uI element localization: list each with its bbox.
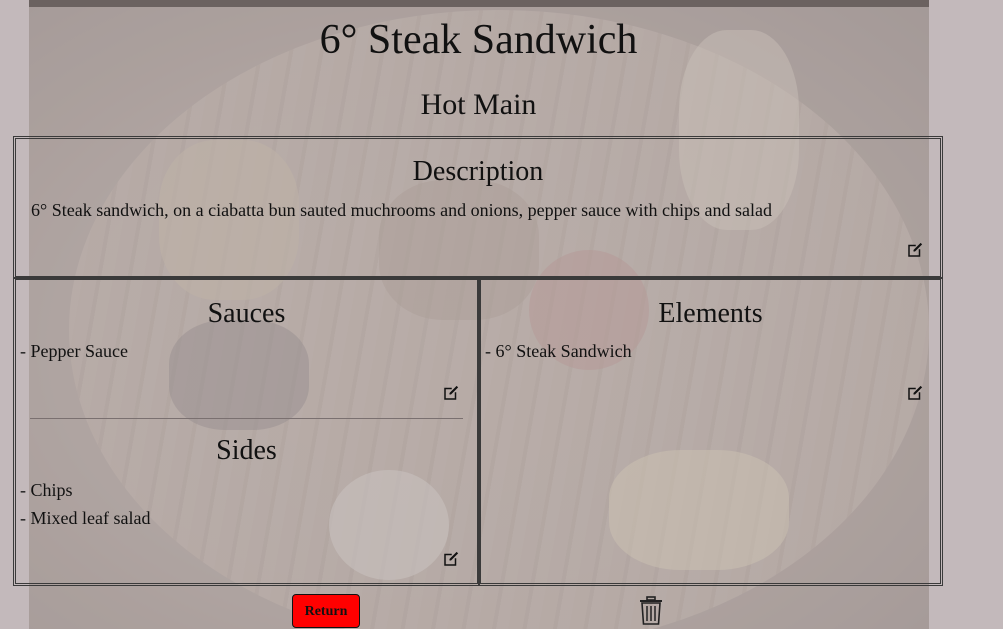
dish-title: 6° Steak Sandwich: [319, 17, 638, 63]
element-item: - 6° Steak Sandwich: [485, 341, 632, 361]
sauces-sides-panel: Sauces - Pepper Sauce Sides - Chips - Mi…: [13, 277, 480, 586]
description-panel: Description 6° Steak sandwich, on a ciab…: [13, 136, 943, 279]
edit-sides-icon[interactable]: [442, 550, 460, 568]
elements-panel: Elements - 6° Steak Sandwich: [478, 277, 943, 586]
trash-icon[interactable]: [638, 596, 664, 626]
sauce-item: - Pepper Sauce: [20, 341, 128, 361]
dish-category: Hot Main: [420, 88, 537, 121]
edit-elements-icon[interactable]: [906, 384, 924, 402]
description-heading: Description: [412, 156, 544, 187]
edit-description-icon[interactable]: [906, 241, 924, 259]
description-text: 6° Steak sandwich, on a ciabatta bun sau…: [31, 200, 773, 220]
side-item: - Chips: [20, 480, 73, 500]
section-divider: [30, 418, 463, 419]
return-button[interactable]: Return: [292, 594, 360, 628]
elements-heading: Elements: [658, 298, 763, 329]
side-item: - Mixed leaf salad: [20, 508, 151, 528]
sides-heading: Sides: [216, 435, 277, 466]
dish-detail: 6° Steak Sandwich Hot Main Description 6…: [0, 0, 954, 629]
sauces-heading: Sauces: [207, 298, 286, 329]
edit-sauces-icon[interactable]: [442, 384, 460, 402]
